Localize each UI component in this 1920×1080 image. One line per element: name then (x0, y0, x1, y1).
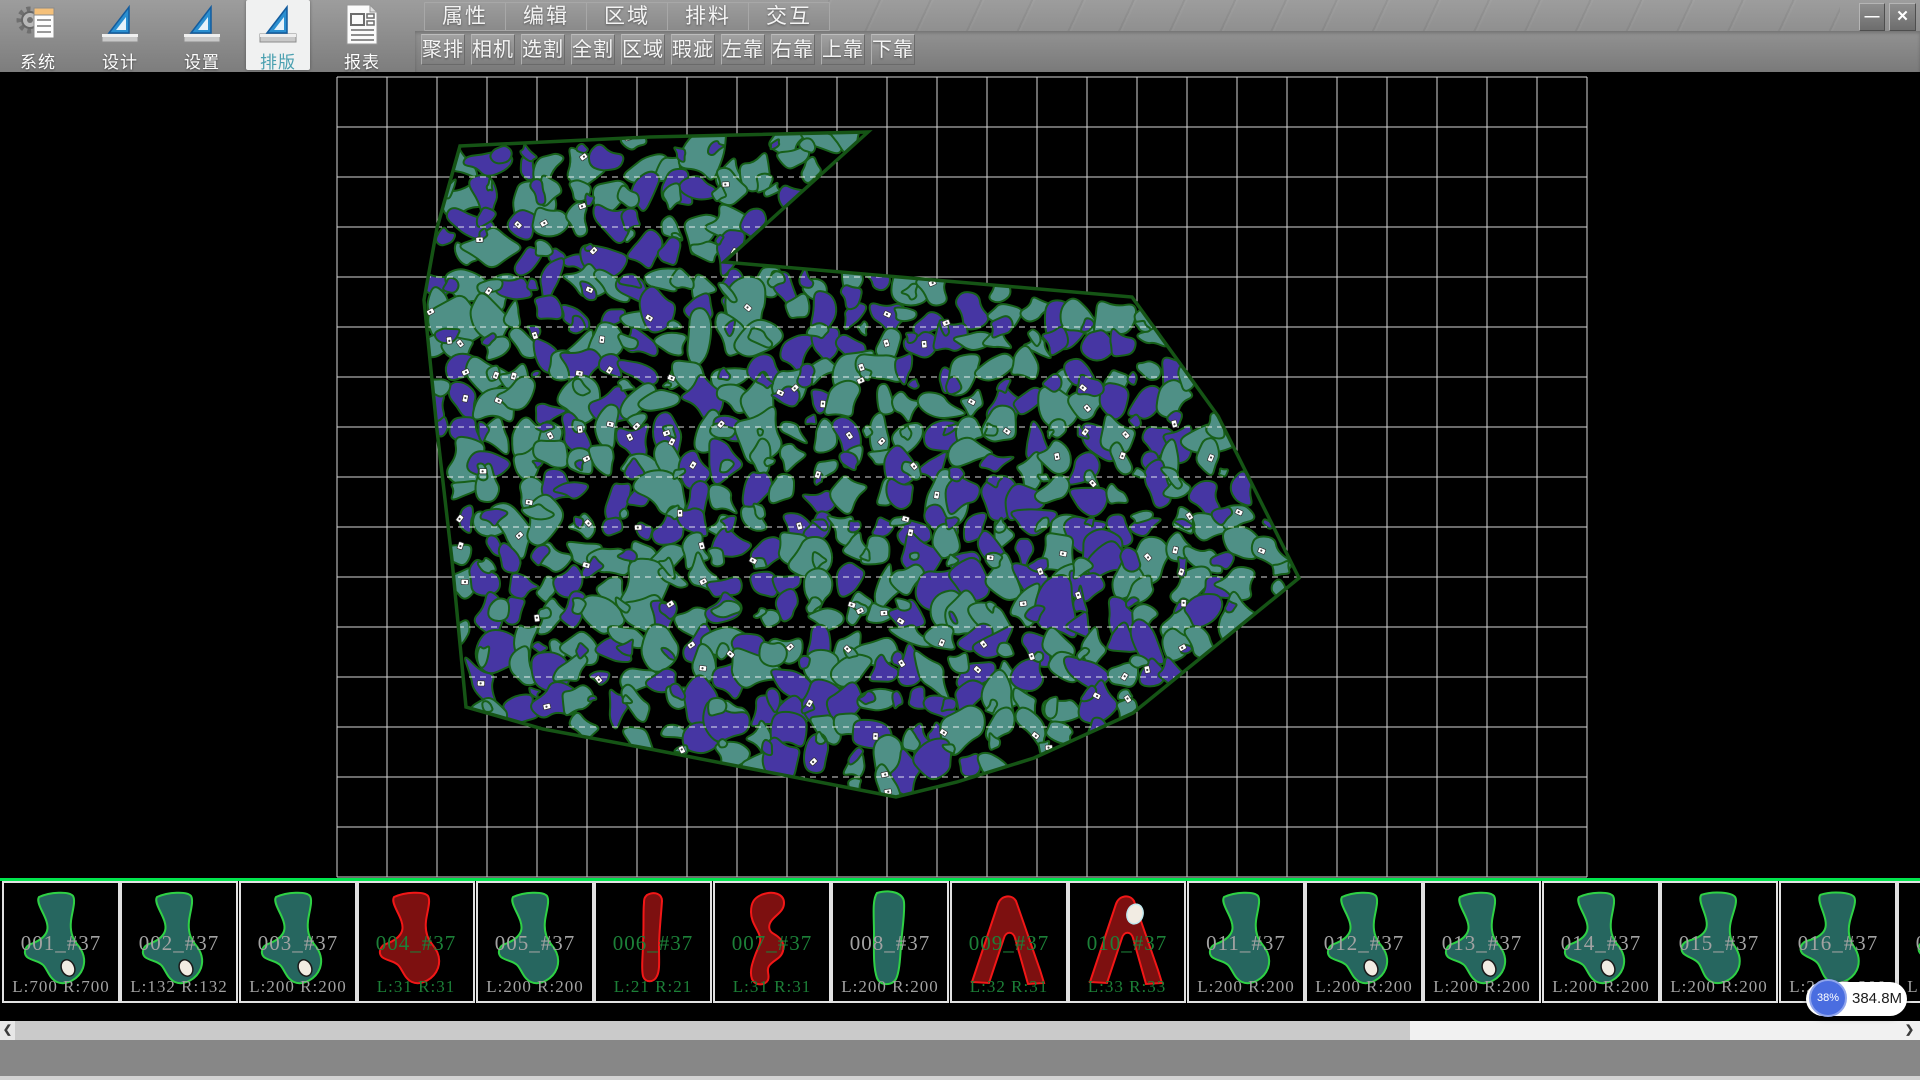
minimize-button[interactable]: — (1859, 3, 1885, 31)
piece-id-label: 004_#37 (359, 931, 473, 956)
thumbnail-005[interactable]: 005_#37 L:200 R:200 (476, 881, 594, 1003)
piece-lr-count: L:200 R:200 (833, 977, 947, 997)
thumbnail-009[interactable]: 009_#37 L:32 R:31 (950, 881, 1068, 1003)
piece-lr-count: L:200 R:200 (1307, 977, 1421, 997)
piece-id-label: 002_#37 (122, 931, 236, 956)
piece-id-label: 011_#37 (1189, 931, 1303, 956)
ruler-icon (256, 2, 300, 48)
tool-defect[interactable]: 瑕疵 (671, 34, 715, 65)
memory-usage-badge: 38% 384.8M (1806, 982, 1907, 1016)
piece-lr-count: L:21 R:21 (596, 977, 710, 997)
menu-nesting[interactable]: 排料 (668, 3, 749, 30)
status-bar-edge (0, 1076, 1920, 1080)
piece-lr-count: L:200 R:200 (1425, 977, 1539, 997)
status-bar (0, 1040, 1920, 1080)
thumbnail-001[interactable]: 001_#37 L:700 R:700 (2, 881, 120, 1003)
filmstrip-scrollbar[interactable]: ❮ ❯ (0, 1021, 1920, 1040)
thumbnail-002[interactable]: 002_#37 L:132 R:132 (120, 881, 238, 1003)
scrollbar-thumb[interactable] (15, 1021, 1410, 1040)
piece-id-label: 005_#37 (478, 931, 592, 956)
nesting-canvas[interactable] (0, 72, 1920, 878)
thumbnail-012[interactable]: 012_#37 L:200 R:200 (1305, 881, 1423, 1003)
menu-edit[interactable]: 编辑 (506, 3, 587, 30)
system-icon (16, 2, 60, 48)
nesting-app-window: 系统设计设置排版报表 属性编辑区域排料交互 聚排相机选割全割区域瑕疵左靠右靠上靠… (0, 0, 1920, 1080)
thumbnail-011[interactable]: 011_#37 L:200 R:200 (1187, 881, 1305, 1003)
tool-align-left[interactable]: 左靠 (721, 34, 765, 65)
piece-lr-count: L:33 R:33 (1070, 977, 1184, 997)
piece-id-label: 010_#37 (1070, 931, 1184, 956)
piece-id-label: 016_#37 (1781, 931, 1895, 956)
toolbar: 系统设计设置排版报表 属性编辑区域排料交互 聚排相机选割全割区域瑕疵左靠右靠上靠… (0, 0, 1920, 73)
piece-lr-count: L:32 R:31 (952, 977, 1066, 997)
piece-lr-count: L:31 R:31 (715, 977, 829, 997)
scroll-left-button[interactable]: ❮ (0, 1021, 15, 1040)
piece-lr-count: L:31 R:31 (359, 977, 473, 997)
main-tab-settings[interactable]: 设置 (170, 0, 234, 70)
nesting-workspace[interactable] (0, 72, 1920, 878)
menu-bar: 属性编辑区域排料交互 (424, 2, 830, 31)
main-tab-report[interactable]: 报表 (330, 0, 394, 70)
piece-id-label: 017_#37 (1899, 931, 1920, 956)
menu-properties[interactable]: 属性 (425, 3, 506, 30)
thumbnail-008[interactable]: 008_#37 L:200 R:200 (831, 881, 949, 1003)
piece-lr-count: L:200 R:200 (1544, 977, 1658, 997)
piece-lr-count: L:200 R:200 (1662, 977, 1776, 997)
tool-button-row: 聚排相机选割全割区域瑕疵左靠右靠上靠下靠 (421, 34, 921, 65)
report-icon (340, 2, 384, 48)
main-tab-system[interactable]: 系统 (6, 0, 70, 70)
piece-lr-count: L:200 R:200 (1189, 977, 1303, 997)
toolbar-hatch-texture (828, 0, 1840, 31)
scroll-right-button[interactable]: ❯ (1902, 1021, 1917, 1040)
main-tab-label: 设计 (88, 48, 152, 73)
main-tab-label: 报表 (330, 48, 394, 73)
piece-id-label: 012_#37 (1307, 931, 1421, 956)
tool-cluster-nest[interactable]: 聚排 (421, 34, 465, 65)
tool-select-cut[interactable]: 选割 (521, 34, 565, 65)
thumbnail-006[interactable]: 006_#37 L:21 R:21 (594, 881, 712, 1003)
menu-interact[interactable]: 交互 (749, 3, 829, 30)
piece-id-label: 003_#37 (241, 931, 355, 956)
thumbnail-015[interactable]: 015_#37 L:200 R:200 (1660, 881, 1778, 1003)
tool-align-bottom[interactable]: 下靠 (871, 34, 915, 65)
thumbnail-007[interactable]: 007_#37 L:31 R:31 (713, 881, 831, 1003)
piece-id-label: 014_#37 (1544, 931, 1658, 956)
main-tab-label: 排版 (246, 48, 310, 73)
ruler-icon (98, 2, 142, 48)
main-tab-layout[interactable]: 排版 (246, 0, 310, 70)
piece-lr-count: L:200 R:200 (478, 977, 592, 997)
piece-lr-count: L:200 R:200 (241, 977, 355, 997)
tool-cut-all[interactable]: 全割 (571, 34, 615, 65)
thumbnail-003[interactable]: 003_#37 L:200 R:200 (239, 881, 357, 1003)
tool-align-top[interactable]: 上靠 (821, 34, 865, 65)
thumbnail-004[interactable]: 004_#37 L:31 R:31 (357, 881, 475, 1003)
ruler-icon (180, 2, 224, 48)
memory-value: 384.8M (1852, 982, 1902, 1016)
progress-circle: 38% (1809, 979, 1847, 1017)
menu-region[interactable]: 区域 (587, 3, 668, 30)
close-button[interactable]: ✕ (1889, 3, 1916, 31)
piece-id-label: 015_#37 (1662, 931, 1776, 956)
piece-filmstrip: 001_#37L:700 R:700002_#37L:132 R:132003_… (0, 878, 1920, 1021)
tool-region[interactable]: 区域 (621, 34, 665, 65)
thumbnail-010[interactable]: 010_#37 L:33 R:33 (1068, 881, 1186, 1003)
tool-align-right[interactable]: 右靠 (771, 34, 815, 65)
piece-id-label: 006_#37 (596, 931, 710, 956)
piece-id-label: 001_#37 (4, 931, 118, 956)
main-tab-design[interactable]: 设计 (88, 0, 152, 70)
thumbnail-014[interactable]: 014_#37 L:200 R:200 (1542, 881, 1660, 1003)
piece-lr-count: L:700 R:700 (4, 977, 118, 997)
piece-id-label: 009_#37 (952, 931, 1066, 956)
tool-camera[interactable]: 相机 (471, 34, 515, 65)
main-tab-label: 系统 (6, 48, 70, 73)
piece-id-label: 013_#37 (1425, 931, 1539, 956)
piece-id-label: 008_#37 (833, 931, 947, 956)
window-controls: — ✕ (1859, 3, 1916, 31)
piece-id-label: 007_#37 (715, 931, 829, 956)
piece-lr-count: L:132 R:132 (122, 977, 236, 997)
main-tab-label: 设置 (170, 48, 234, 73)
thumbnail-013[interactable]: 013_#37 L:200 R:200 (1423, 881, 1541, 1003)
